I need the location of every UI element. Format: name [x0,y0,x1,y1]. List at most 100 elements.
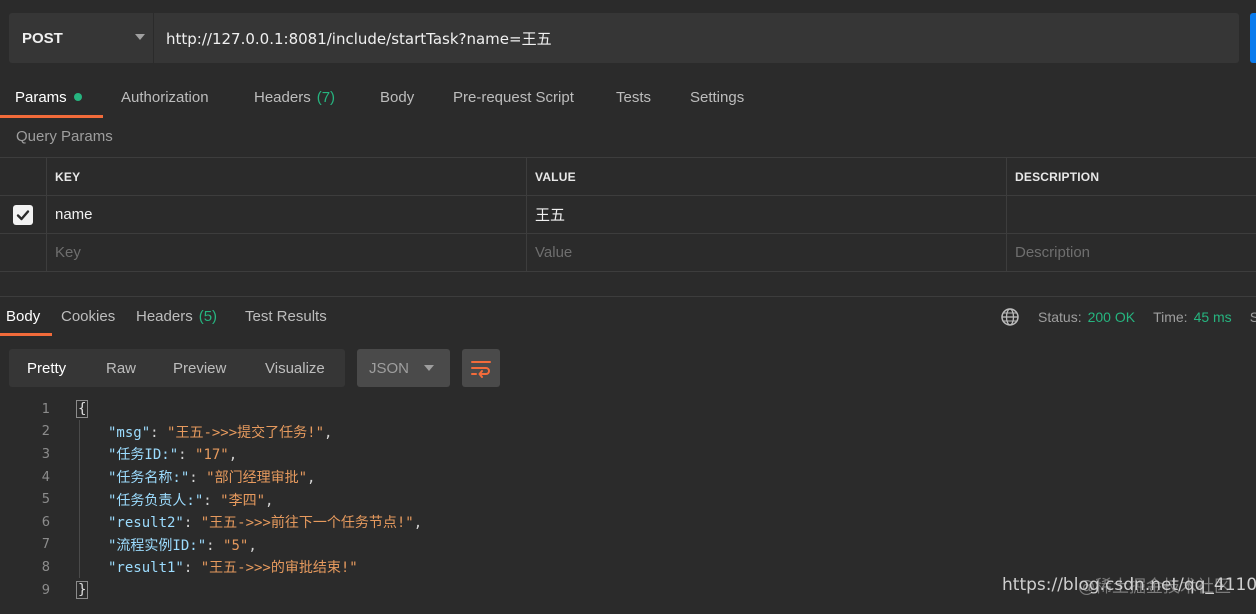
close-brace: } [76,581,89,600]
header-description: DESCRIPTION [1006,158,1256,195]
json-comma: , [248,537,257,554]
watermark: @稀土掘金技术社区 https://blog.csdn.net/qq_41107… [1002,575,1256,597]
line-number: 7 [41,537,50,553]
send-button[interactable] [1250,13,1256,63]
chevron-down-icon [424,365,434,371]
time-label: Time: [1153,309,1188,325]
tab-authorization[interactable]: Authorization [121,78,209,116]
tab-headers-label: Headers [254,88,311,106]
line-number: 5 [41,492,50,508]
code-line: 4 "任务名称:": "部门经理审批", [0,466,1256,489]
res-tab-body[interactable]: Body [6,298,40,334]
json-value: "17" [195,447,229,464]
param-value-cell[interactable]: 王五 [526,196,1006,233]
json-value: "王五->>>的审批结束!" [200,560,358,577]
json-comma: , [265,492,274,509]
json-value: "部门经理审批" [206,470,308,487]
json-key: "result2" [108,515,184,532]
wrap-lines-button[interactable] [462,349,500,387]
code-line: 5 "任务负责人:": "李四", [0,488,1256,511]
res-tab-headers-label: Headers [136,307,193,325]
tab-pre-request-script-label: Pre-request Script [453,88,574,106]
tab-pre-request-script[interactable]: Pre-request Script [453,78,574,116]
format-select-value: JSON [369,359,410,377]
res-tab-test-results-label: Test Results [245,307,327,325]
query-params-title: Query Params [16,128,113,145]
response-status: Status: 200 OK Time: 45 ms S [1000,306,1256,328]
line-number: 8 [41,559,50,575]
tab-headers[interactable]: Headers (7) [254,78,335,116]
view-visualize-button[interactable]: Visualize [265,349,325,387]
header-check-cell [0,158,46,195]
res-tab-test-results[interactable]: Test Results [245,298,327,334]
param-key-cell[interactable]: name [46,196,526,233]
tab-params-label: Params [15,88,67,106]
json-key: "result1" [108,560,184,577]
tab-params[interactable]: Params [15,78,82,116]
code-line: 6 "result2": "王五->>>前往下一个任务节点!", [0,511,1256,534]
param-enabled-checkbox[interactable] [13,204,33,225]
method-label: POST [22,29,63,47]
size-label: S [1249,309,1256,325]
json-key: "流程实例ID:" [108,537,207,554]
json-value: "王五->>>提交了任务!" [167,424,325,441]
view-raw-button[interactable]: Raw [106,349,136,387]
new-description-input[interactable]: Description [1006,234,1256,271]
code-line: 2 "msg": "王五->>>提交了任务!", [0,421,1256,444]
line-number: 4 [41,469,50,485]
json-comma: , [413,515,423,532]
json-key: "任务名称:" [108,470,190,487]
tab-settings-label: Settings [690,88,745,106]
response-divider [0,296,1256,297]
view-mode-group: Pretty Raw Preview Visualize [9,349,345,387]
res-tab-body-label: Body [6,307,41,325]
params-active-dot [73,93,82,101]
status-label: Status: [1038,309,1082,325]
line-number: 3 [41,446,50,462]
active-tab-underline [0,115,103,118]
chevron-down-icon [135,34,145,40]
request-bar: POST http://127.0.0.1:8081/include/start… [9,13,1239,63]
tab-tests[interactable]: Tests [616,78,651,116]
open-brace: { [76,400,89,419]
res-tab-headers[interactable]: Headers (5) [136,298,217,334]
res-tab-cookies[interactable]: Cookies [61,298,115,334]
json-key: "任务ID:" [108,447,179,464]
url-input[interactable]: http://127.0.0.1:8081/include/startTask?… [154,28,1239,49]
watermark-url: https://blog.csdn.net/qq_41107231 [1002,575,1256,595]
res-active-tab-underline [0,333,52,336]
json-comma: , [324,424,333,441]
method-select[interactable]: POST [9,13,154,63]
table-header-row: KEY VALUE DESCRIPTION [0,157,1256,196]
view-pretty-button[interactable]: Pretty [27,349,66,387]
format-select[interactable]: JSON [357,349,450,387]
tab-body[interactable]: Body [380,78,414,116]
json-comma: , [307,470,316,487]
request-tabs: Params Authorization Headers (7) Body Pr… [0,78,1256,118]
line-number: 2 [41,424,50,440]
globe-icon[interactable] [1000,307,1020,327]
line-number: 6 [41,514,50,530]
json-value: "王五->>>前往下一个任务节点!" [200,515,414,532]
line-number: 1 [41,401,50,417]
json-key: "msg" [108,424,151,441]
table-row-new: Key Value Description [0,234,1256,272]
wrap-lines-icon [471,361,491,378]
code-line: 3 "任务ID:": "17", [0,443,1256,466]
new-key-input[interactable]: Key [46,234,526,271]
tab-settings[interactable]: Settings [690,78,744,116]
tab-tests-label: Tests [616,88,652,106]
view-preview-button[interactable]: Preview [173,349,226,387]
tab-authorization-label: Authorization [121,88,209,106]
time-value: 45 ms [1193,309,1232,325]
header-key: KEY [46,158,526,195]
res-tab-cookies-label: Cookies [61,307,116,325]
json-value: "5" [223,537,249,554]
code-line: 1 { [0,398,1256,421]
checkmark-icon [16,209,30,220]
status-value: 200 OK [1087,309,1136,325]
json-value: "李四" [220,492,266,509]
new-value-input[interactable]: Value [526,234,1006,271]
json-comma: , [228,447,238,464]
param-description-cell[interactable] [1006,196,1256,233]
